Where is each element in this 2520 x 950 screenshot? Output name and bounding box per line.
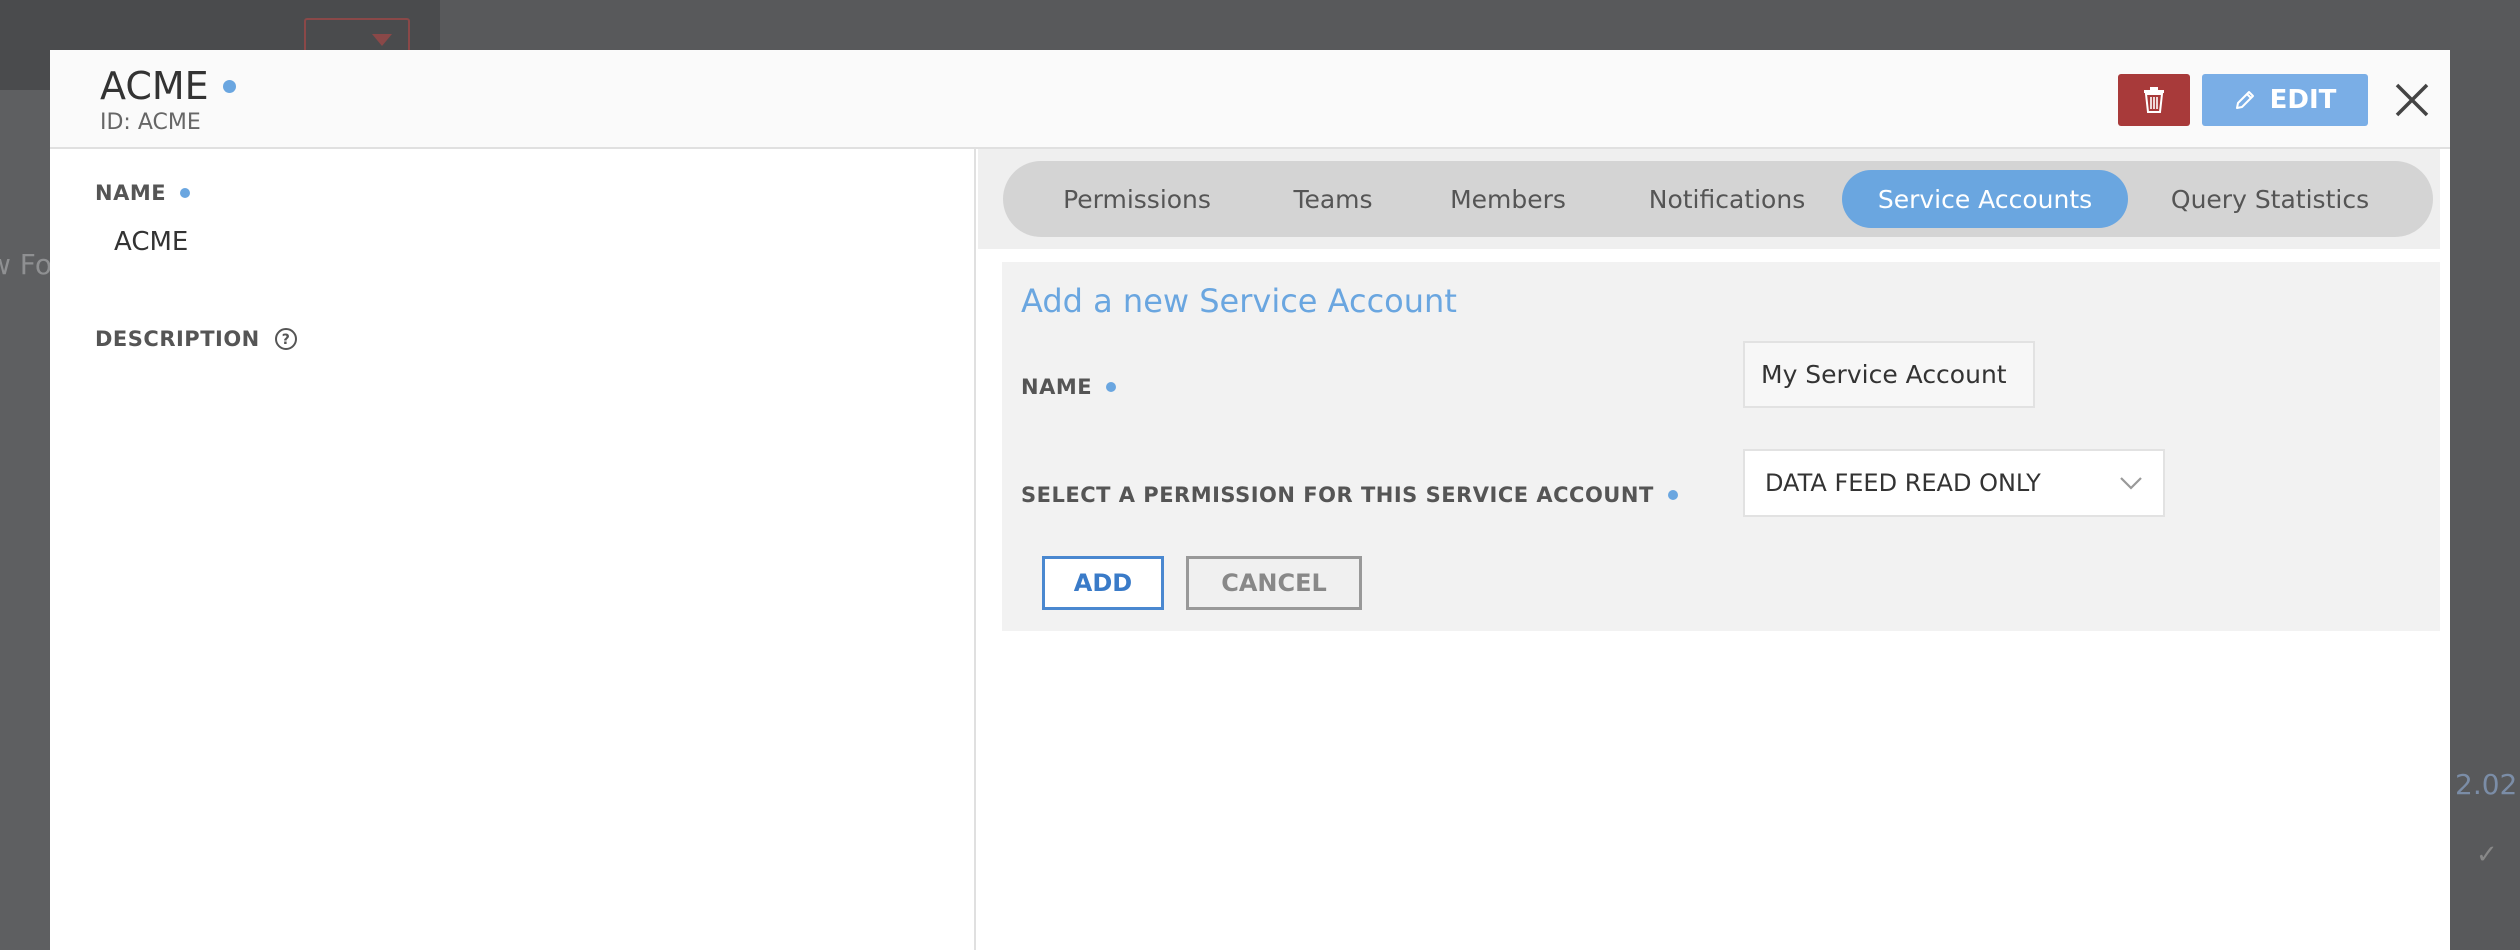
description-field-label: DESCRIPTION ?	[95, 327, 298, 351]
background-sidebar-text: w Fo	[0, 248, 53, 281]
required-dot-icon	[222, 79, 236, 93]
permission-select-label: SELECT A PERMISSION FOR THIS SERVICE ACC…	[1021, 483, 1678, 507]
required-dot-icon	[1106, 382, 1117, 392]
form-title: Add a new Service Account	[1021, 282, 1457, 320]
close-button[interactable]	[2390, 78, 2434, 122]
modal-title-text: ACME	[100, 64, 209, 108]
required-dot-icon	[1667, 490, 1678, 500]
name-value: ACME	[114, 227, 189, 257]
trash-icon	[2144, 87, 2164, 113]
modal-header: ACME ID: ACME EDIT	[50, 50, 2450, 149]
required-dot-icon	[180, 188, 191, 198]
edit-button-label: EDIT	[2269, 85, 2337, 115]
org-details-pane: NAME ACME DESCRIPTION ?	[58, 149, 976, 950]
modal-subtitle: ID: ACME	[100, 110, 201, 135]
delete-button[interactable]	[2118, 74, 2190, 126]
cancel-button[interactable]: CANCEL	[1186, 556, 1362, 610]
service-account-name-label-text: NAME	[1021, 375, 1093, 399]
tab-teams[interactable]: Teams	[1262, 170, 1404, 228]
add-service-account-form: Add a new Service Account NAME SELECT A …	[1002, 262, 2440, 631]
pencil-icon	[2235, 91, 2254, 109]
service-accounts-pane: Permissions Teams Members Notifications …	[978, 149, 2450, 950]
name-field-label: NAME	[95, 181, 191, 205]
tab-service-accounts[interactable]: Service Accounts	[1842, 170, 2128, 228]
tab-bar: Permissions Teams Members Notifications …	[1003, 161, 2433, 237]
svg-text:?: ?	[281, 332, 290, 348]
service-account-name-label: NAME	[1021, 375, 1117, 399]
tab-strip: Permissions Teams Members Notifications …	[978, 149, 2440, 249]
name-label-text: NAME	[95, 181, 167, 205]
edit-button[interactable]: EDIT	[2202, 74, 2368, 126]
permission-selected-value: DATA FEED READ ONLY	[1765, 469, 2041, 497]
service-account-name-input[interactable]	[1743, 341, 2035, 408]
permission-select[interactable]: DATA FEED READ ONLY	[1743, 449, 2165, 517]
add-button[interactable]: ADD	[1042, 556, 1164, 610]
tab-members[interactable]: Members	[1404, 170, 1612, 228]
tab-notifications[interactable]: Notifications	[1612, 170, 1842, 228]
tab-permissions[interactable]: Permissions	[1012, 170, 1262, 228]
question-circle-icon[interactable]: ?	[274, 327, 298, 351]
tab-query-statistics[interactable]: Query Statistics	[2128, 170, 2412, 228]
background-sidebar	[0, 90, 52, 950]
permission-select-label-text: SELECT A PERMISSION FOR THIS SERVICE ACC…	[1021, 483, 1654, 507]
background-value-text: 2.02K	[2455, 768, 2520, 801]
description-label-text: DESCRIPTION	[95, 327, 260, 351]
close-icon	[2395, 83, 2429, 117]
org-detail-modal: ACME ID: ACME EDIT NAME ACME DESCRIPTION…	[50, 50, 2450, 950]
chevron-down-icon	[2120, 477, 2142, 490]
checkmark-icon: ✓	[2476, 840, 2498, 870]
modal-title: ACME	[100, 64, 236, 108]
